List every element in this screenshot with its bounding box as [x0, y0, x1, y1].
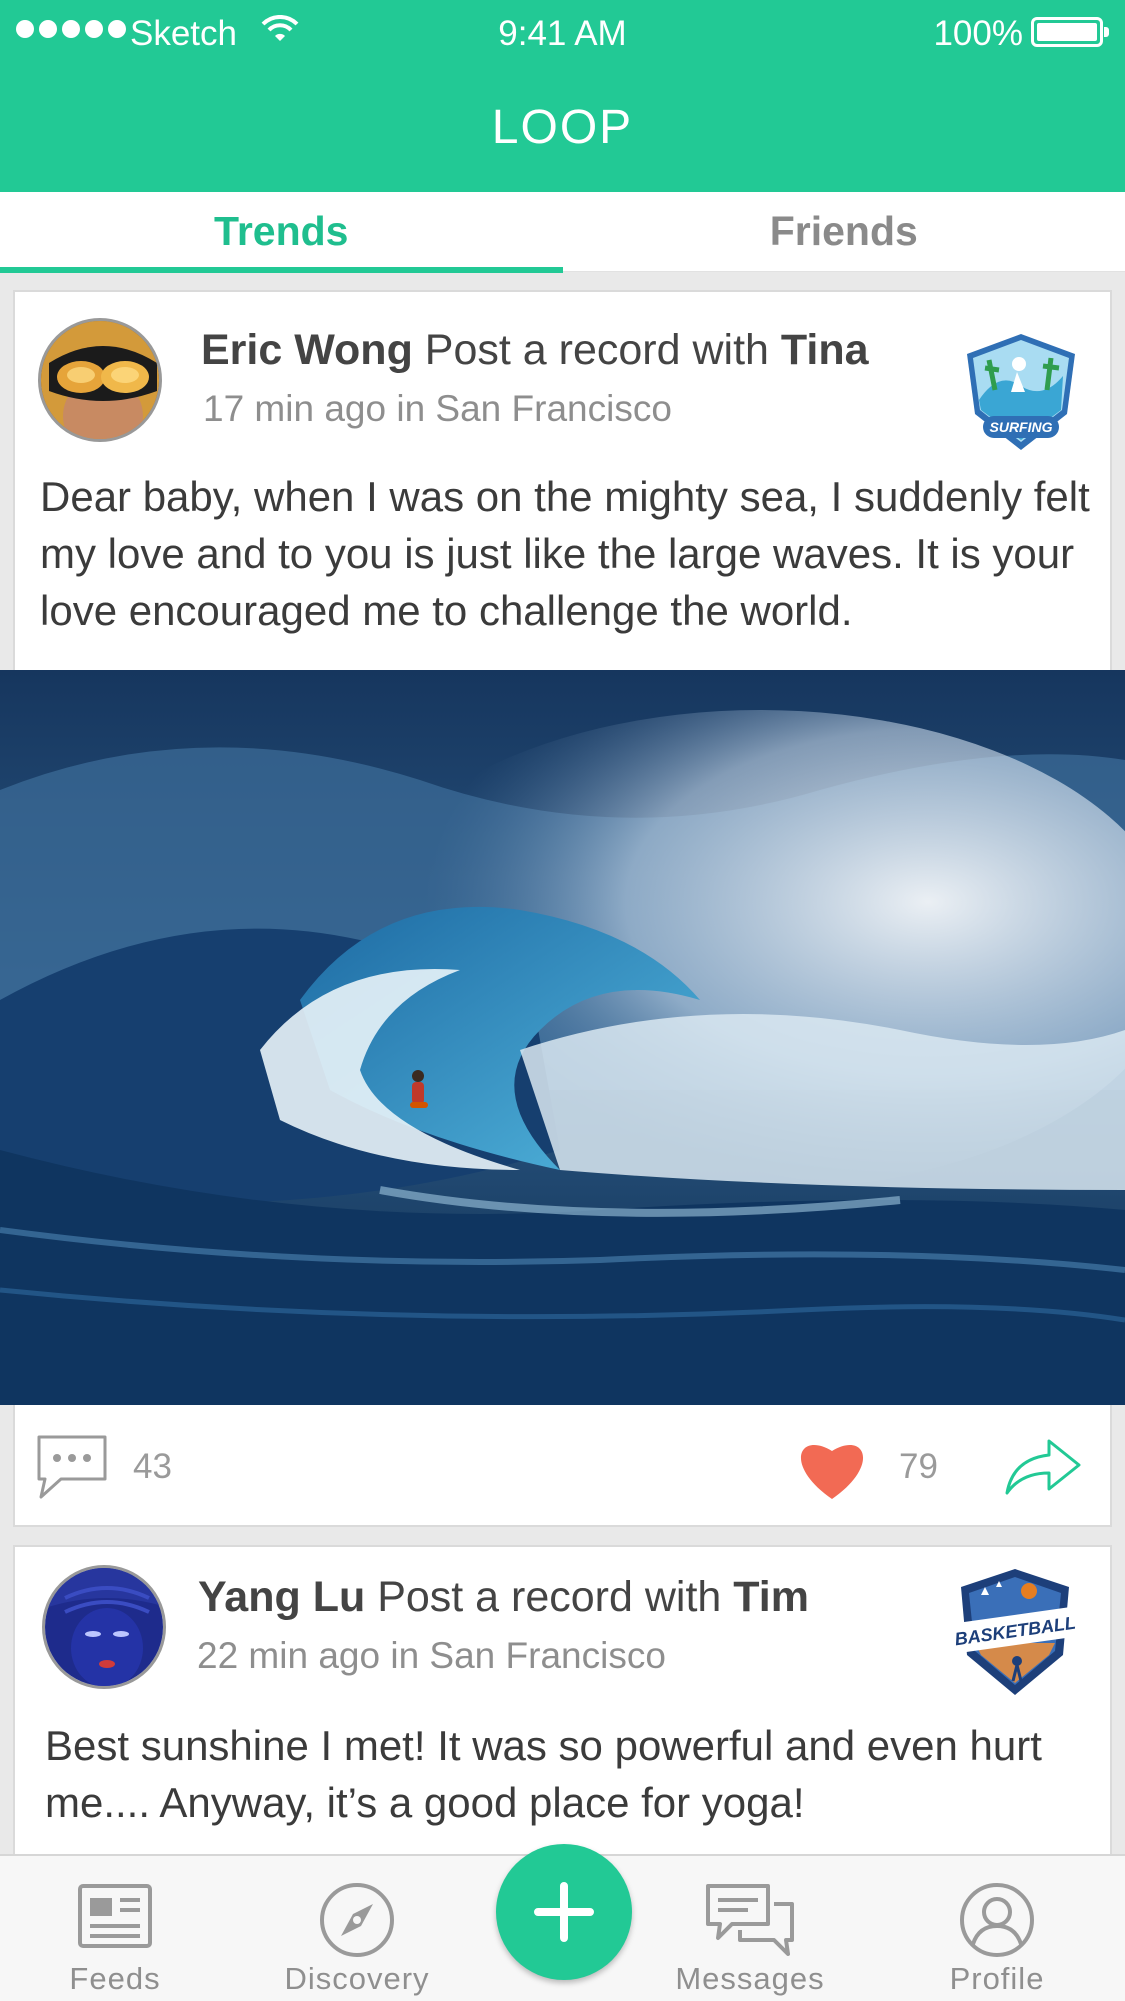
post-action: Post a record with	[424, 326, 769, 374]
tabbar-item-messages[interactable]: Messages	[650, 1856, 850, 2001]
feed-tabs: Trends Friends	[0, 192, 1125, 273]
tabbar-label: Profile	[949, 1961, 1045, 1996]
author-name[interactable]: Eric Wong	[201, 326, 413, 374]
post-actions: 43 79	[13, 1405, 1112, 1527]
like-button[interactable]	[793, 1435, 873, 1505]
tab-friends[interactable]: Friends	[563, 192, 1125, 271]
post-meta: 17 min ago in San Francisco	[203, 388, 672, 429]
post-text: Best sunshine I met! It was so powerful …	[45, 1722, 1042, 1826]
partner-name[interactable]: Tim	[733, 1573, 809, 1621]
profile-icon	[960, 1883, 1034, 1957]
plus-icon	[534, 1882, 594, 1942]
tabbar-label: Discovery	[284, 1961, 430, 1996]
tabbar-item-discovery[interactable]: Discovery	[257, 1856, 457, 2001]
status-bar: Sketch 9:41 AM 100%	[0, 0, 1125, 66]
tabbar-item-profile[interactable]: Profile	[897, 1856, 1097, 2001]
comment-icon	[37, 1435, 107, 1499]
post-meta: 22 min ago in San Francisco	[197, 1635, 666, 1676]
compass-icon	[320, 1883, 394, 1957]
avatar[interactable]	[38, 318, 162, 442]
surfing-badge-icon[interactable]: SURFING	[959, 330, 1083, 454]
like-count: 79	[899, 1447, 938, 1486]
battery-icon	[1031, 17, 1109, 47]
tabbar-label: Feeds	[69, 1961, 161, 1996]
create-post-button[interactable]	[496, 1844, 632, 1980]
basketball-badge-icon[interactable]: BASKETBALL	[945, 1565, 1085, 1699]
surfing-badge-text: SURFING	[990, 419, 1053, 435]
heart-icon	[800, 1445, 864, 1499]
tabbar-label: Messages	[675, 1961, 825, 1996]
post-photo[interactable]	[0, 670, 1125, 1405]
post-title: Yang Lu Post a record with Tim	[198, 1573, 809, 1622]
comment-button[interactable]	[35, 1433, 115, 1503]
tabbar-item-feeds[interactable]: Feeds	[15, 1856, 215, 2001]
partner-name[interactable]: Tina	[781, 326, 869, 374]
share-icon	[1005, 1439, 1081, 1495]
share-button[interactable]	[1003, 1435, 1083, 1499]
messages-icon	[706, 1884, 794, 1956]
post-card: Eric Wong Post a record with Tina 17 min…	[13, 290, 1112, 672]
post-card: Yang Lu Post a record with Tim 22 min ag…	[13, 1545, 1112, 1865]
author-name[interactable]: Yang Lu	[198, 1573, 365, 1621]
avatar[interactable]	[42, 1565, 166, 1689]
tab-trends[interactable]: Trends	[0, 192, 563, 273]
comment-count: 43	[133, 1447, 172, 1486]
post-title: Eric Wong Post a record with Tina	[201, 326, 869, 375]
app-title: LOOP	[491, 101, 634, 154]
post-action: Post a record with	[377, 1573, 722, 1621]
feeds-icon	[78, 1884, 152, 1948]
post-text: Dear baby, when I was on the mighty sea,…	[40, 473, 1090, 634]
app-header: Sketch 9:41 AM 100% LOOP	[0, 0, 1125, 192]
battery-percent: 100%	[933, 14, 1023, 53]
